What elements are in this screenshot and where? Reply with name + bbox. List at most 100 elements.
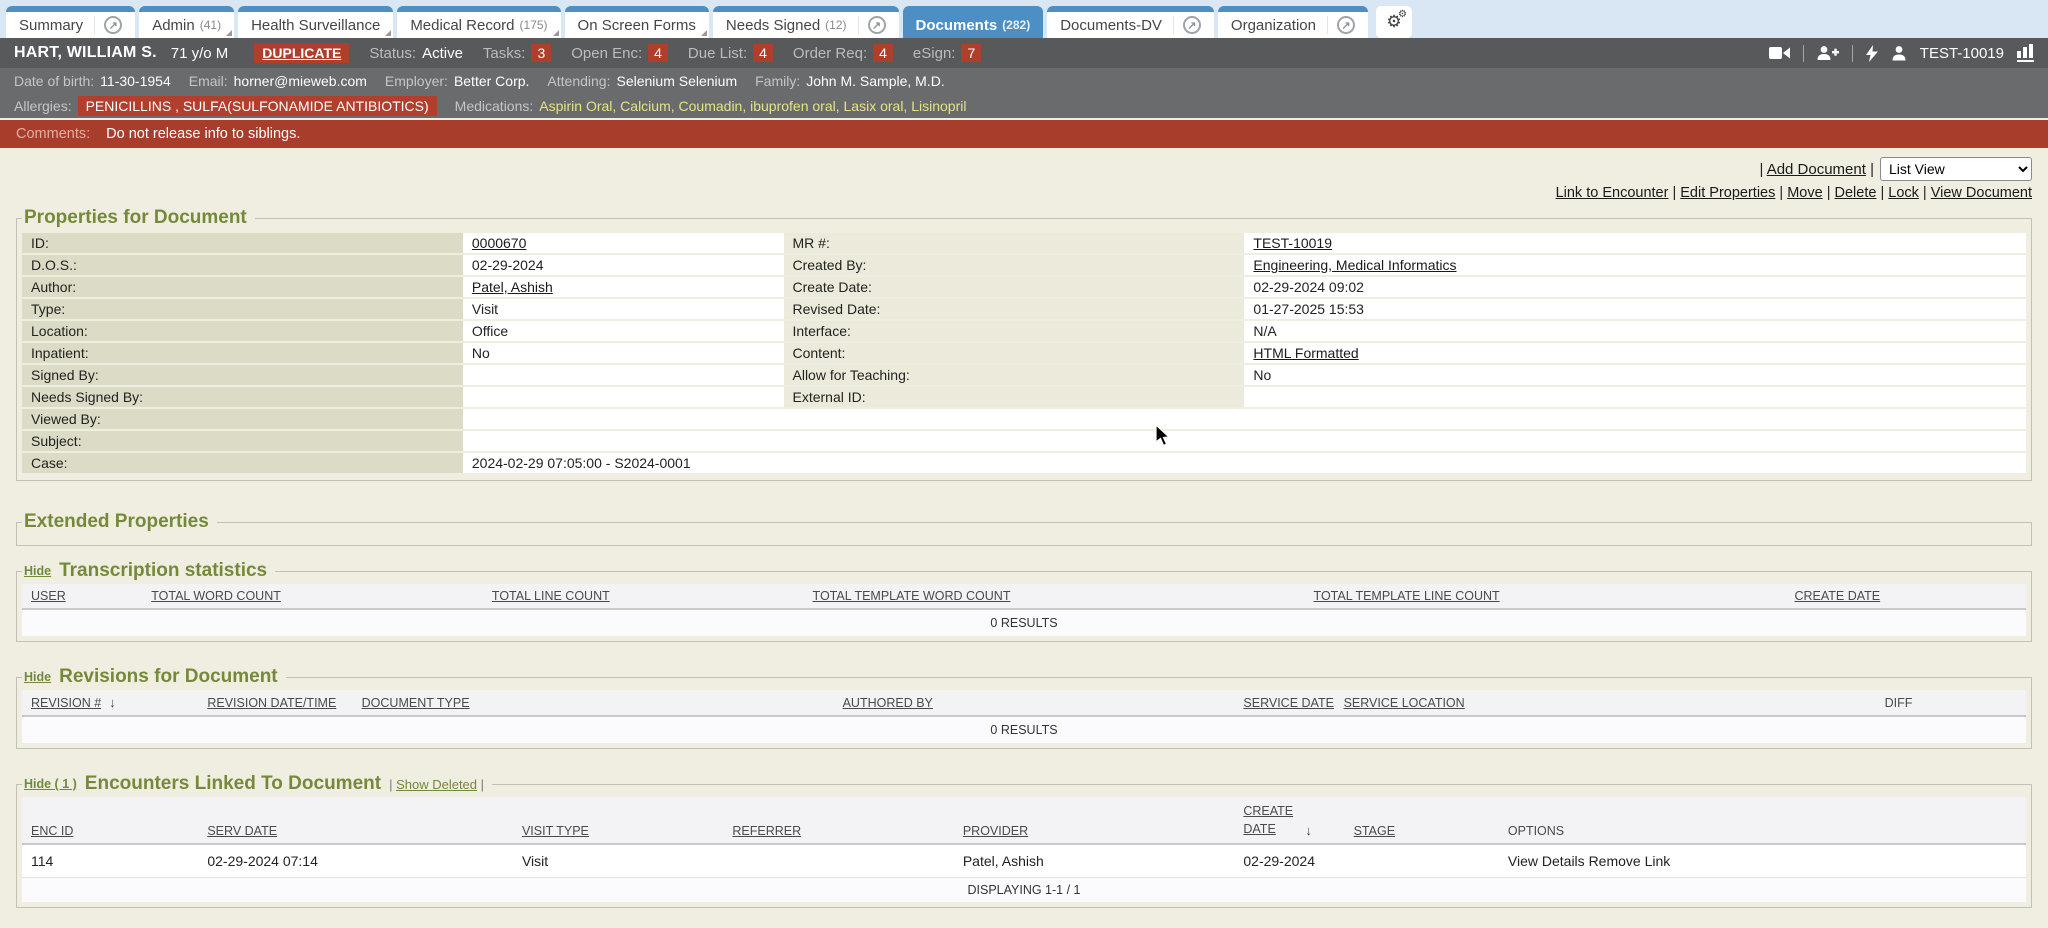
table-row: Needs Signed By: External ID: <box>22 387 2026 407</box>
results-count: 0 RESULTS <box>22 609 2026 636</box>
sort-descending-icon[interactable]: ↓ <box>1305 823 1312 838</box>
open-new-window-icon[interactable]: ↗ <box>94 16 122 34</box>
column-header: CREATE DATE <box>1785 584 2026 609</box>
view-mode-select[interactable]: List View <box>1880 157 2032 181</box>
tab-needs-signed[interactable]: Needs Signed (12) ↗ <box>713 6 899 38</box>
allergies-badge[interactable]: PENICILLINS , SULFA(SULFONAMIDE ANTIBIOT… <box>78 96 437 116</box>
open-new-window-icon[interactable]: ↗ <box>1173 16 1201 34</box>
column-header: REVISION #↓ <box>22 690 198 716</box>
encounters-title: Encounters Linked To Document <box>85 773 381 795</box>
divider <box>1803 45 1804 62</box>
encounters-table: ENC ID SERV DATE VISIT TYPE REFERRER PRO… <box>22 797 2026 902</box>
column-header: SERVICE LOCATION <box>1335 690 1876 716</box>
document-actions: Add Document List View Link to Encounter… <box>16 156 2032 207</box>
edit-properties-link[interactable]: Edit Properties <box>1680 185 1775 201</box>
demographics-row-2: Allergies:PENICILLINS , SULFA(SULFONAMID… <box>0 93 2048 118</box>
patient-name: HART, WILLIAM S. <box>14 44 157 62</box>
esign-count-badge[interactable]: 7 <box>961 44 981 62</box>
chart-number[interactable]: TEST-10019 <box>1920 45 2004 62</box>
view-document-link[interactable]: View Document <box>1931 185 2032 201</box>
tab-label: Summary <box>19 17 83 34</box>
tab-organization[interactable]: Organization ↗ <box>1218 6 1368 38</box>
tab-medical-record[interactable]: Medical Record (175) <box>397 6 560 38</box>
settings-gear-icon[interactable]: ⚙ ⚙ <box>1376 6 1412 38</box>
tab-label: Documents-DV <box>1060 17 1162 34</box>
column-header: PROVIDER <box>954 797 1235 844</box>
tab-documents[interactable]: Documents (282) <box>903 6 1044 38</box>
encounter-row: 114 02-29-2024 07:14 Visit Patel, Ashish… <box>22 844 2026 878</box>
referrer-cell <box>723 844 953 878</box>
remove-link-link[interactable]: Remove Link <box>1589 853 1671 869</box>
person-icon[interactable] <box>1891 45 1907 61</box>
move-link[interactable]: Move <box>1787 185 1822 201</box>
sort-descending-icon[interactable]: ↓ <box>109 695 116 710</box>
column-header: AUTHORED BY <box>834 690 1235 716</box>
document-id-link[interactable]: 0000670 <box>472 235 527 251</box>
medications-list[interactable]: Aspirin Oral, Calcium, Coumadin, ibuprof… <box>539 98 966 114</box>
esign-group: eSign: 7 <box>913 44 981 62</box>
table-row: Location: Office Interface: N/A <box>22 321 2026 341</box>
demographics-row-1: Date of birth:11-30-1954 Email:horner@mi… <box>0 68 2048 93</box>
tab-documents-dv[interactable]: Documents-DV ↗ <box>1047 6 1214 38</box>
column-header: TOTAL LINE COUNT <box>483 584 804 609</box>
column-header: REVISION DATE/TIME <box>198 690 352 716</box>
table-row: Inpatient: No Content: HTML Formatted <box>22 343 2026 363</box>
tasks-count-badge[interactable]: 3 <box>531 44 551 62</box>
options-cell: View Details Remove Link <box>1499 844 2026 878</box>
add-user-icon[interactable] <box>1817 45 1839 61</box>
due-list-count-badge[interactable]: 4 <box>753 44 773 62</box>
revisions-table: REVISION #↓ REVISION DATE/TIME DOCUMENT … <box>22 690 2026 743</box>
employer-value: Better Corp. <box>454 73 529 89</box>
column-header: SERVICE DATE <box>1234 690 1334 716</box>
tab-bar: Summary ↗ Admin (41) Health Surveillance… <box>0 0 2048 38</box>
open-enc-count-badge[interactable]: 4 <box>648 44 668 62</box>
table-row: Viewed By: <box>22 409 2026 429</box>
serv-date-cell: 02-29-2024 07:14 <box>198 844 513 878</box>
transcription-table: USER TOTAL WORD COUNT TOTAL LINE COUNT T… <box>22 584 2026 636</box>
email-value[interactable]: horner@mieweb.com <box>234 73 367 89</box>
patient-age-sex: 71 y/o M <box>171 45 229 62</box>
status-group: Status: Active <box>369 45 463 62</box>
open-new-window-icon[interactable]: ↗ <box>858 16 886 34</box>
tab-count: (175) <box>520 18 548 32</box>
column-header: STAGE <box>1345 797 1499 844</box>
table-row: Type: Visit Revised Date: 01-27-2025 15:… <box>22 299 2026 319</box>
tab-admin[interactable]: Admin (41) <box>139 6 234 38</box>
enc-id-cell: 114 <box>22 844 198 878</box>
video-camera-icon[interactable] <box>1769 46 1790 60</box>
tab-label: Admin <box>152 17 195 34</box>
add-document-link[interactable]: Add Document <box>1767 161 1866 178</box>
tab-label: Health Surveillance <box>251 17 380 34</box>
hide-transcription-link[interactable]: Hide <box>24 564 51 578</box>
delete-link[interactable]: Delete <box>1835 185 1877 201</box>
tab-health-surveillance[interactable]: Health Surveillance <box>238 6 393 38</box>
transcription-section: Hide Transcription statistics USER TOTAL… <box>16 560 2032 642</box>
content-format-link[interactable]: HTML Formatted <box>1253 345 1358 361</box>
provider-cell: Patel, Ashish <box>954 844 1235 878</box>
duplicate-badge[interactable]: DUPLICATE <box>254 43 349 63</box>
lightning-icon[interactable] <box>1866 45 1878 62</box>
documents-panel: Add Document List View Link to Encounter… <box>0 148 2048 928</box>
dob-value: 11-30-1954 <box>100 73 171 89</box>
tab-summary[interactable]: Summary ↗ <box>6 6 135 38</box>
transcription-title: Transcription statistics <box>59 560 267 582</box>
hide-encounters-link[interactable]: Hide ( 1 ) <box>24 777 77 791</box>
tab-on-screen-forms[interactable]: On Screen Forms <box>565 6 709 38</box>
column-header: USER <box>22 584 142 609</box>
table-row: Subject: <box>22 431 2026 451</box>
order-req-group: Order Req: 4 <box>793 44 893 62</box>
visit-type-cell: Visit <box>513 844 723 878</box>
bar-chart-icon[interactable] <box>2017 44 2034 62</box>
properties-table: ID: 0000670 MR #: TEST-10019 D.O.S.: 02-… <box>22 231 2026 475</box>
created-by-link[interactable]: Engineering, Medical Informatics <box>1253 257 1456 273</box>
lock-link[interactable]: Lock <box>1888 185 1919 201</box>
author-link[interactable]: Patel, Ashish <box>472 279 553 295</box>
show-deleted-link[interactable]: Show Deleted <box>396 777 477 792</box>
order-req-count-badge[interactable]: 4 <box>873 44 893 62</box>
hide-revisions-link[interactable]: Hide <box>24 670 51 684</box>
mr-number-link[interactable]: TEST-10019 <box>1253 235 1332 251</box>
link-to-encounter-link[interactable]: Link to Encounter <box>1556 185 1669 201</box>
open-new-window-icon[interactable]: ↗ <box>1327 16 1355 34</box>
tab-count: (282) <box>1002 18 1030 32</box>
view-details-link[interactable]: View Details <box>1508 853 1585 869</box>
